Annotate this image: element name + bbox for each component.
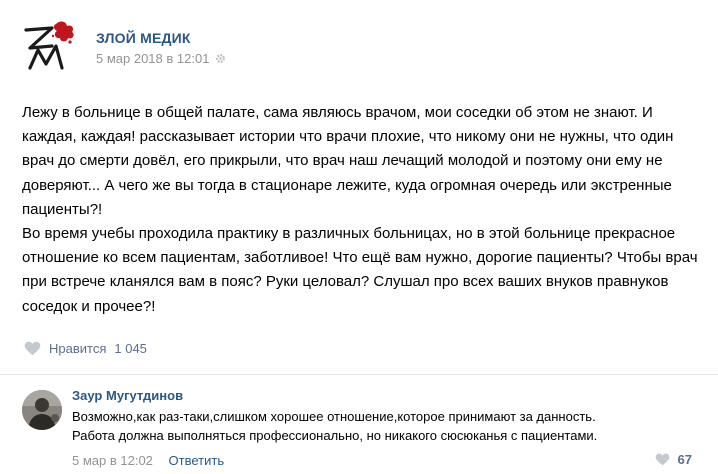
comment-date[interactable]: 5 мар в 12:02	[72, 453, 153, 468]
comment: Заур Мугутдинов Возможно,как раз-таки,сл…	[22, 388, 712, 474]
reply-button[interactable]: Ответить	[169, 453, 225, 468]
post-text: Лежу в больнице в общей палате, сама явл…	[22, 101, 702, 319]
comment-like-button[interactable]: 67	[655, 452, 692, 467]
post-paragraph: Во время учебы проходила практику в разл…	[22, 225, 698, 315]
post-paragraph: Лежу в больнице в общей палате, сама явл…	[22, 104, 674, 218]
heart-icon	[655, 453, 669, 466]
comment-text: Возможно,как раз-таки,слишком хорошее от…	[72, 407, 692, 445]
comment-meta: 5 мар в 12:02 Ответить	[72, 453, 224, 468]
divider	[0, 374, 718, 375]
comment-like-count: 67	[677, 452, 692, 467]
zm-logo-icon[interactable]	[22, 18, 80, 74]
like-label: Нравится	[49, 341, 107, 356]
post-header: ЗЛОЙ МЕДИК 5 мар 2018 в 12:01	[22, 18, 702, 74]
comment-line: Работа должна выполняться профессиональн…	[72, 428, 598, 443]
avatar[interactable]	[22, 390, 62, 430]
comment-line: Возможно,как раз-таки,слишком хорошее от…	[72, 409, 596, 424]
like-count: 1 045	[114, 341, 147, 356]
post-author[interactable]: ЗЛОЙ МЕДИК	[96, 30, 191, 46]
like-button[interactable]: Нравится 1 045	[24, 341, 147, 356]
comment-author[interactable]: Заур Мугутдинов	[72, 388, 183, 403]
gear-icon[interactable]	[215, 53, 226, 64]
heart-icon	[24, 341, 41, 356]
post-date-row: 5 мар 2018 в 12:01	[96, 51, 226, 66]
post-date[interactable]: 5 мар 2018 в 12:01	[96, 51, 209, 66]
